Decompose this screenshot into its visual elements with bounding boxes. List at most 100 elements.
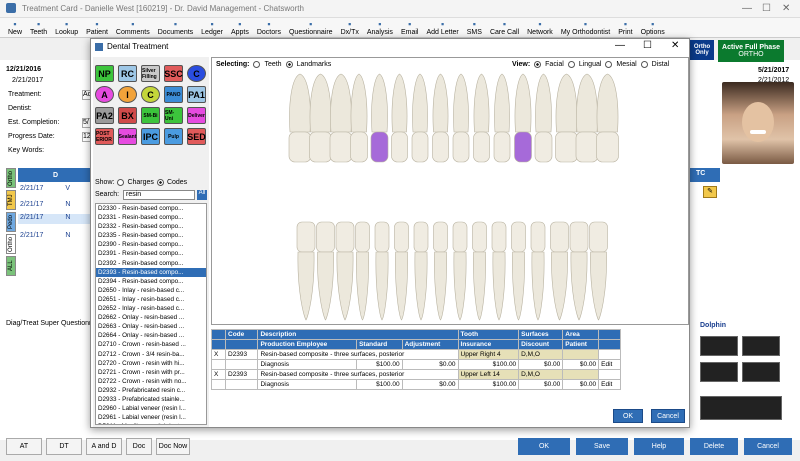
lower-tooth[interactable] xyxy=(491,221,507,321)
upper-tooth[interactable] xyxy=(329,73,353,163)
side-tab[interactable]: Ortho xyxy=(6,234,16,254)
xray-thumbnail[interactable] xyxy=(700,362,738,382)
upper-tooth[interactable] xyxy=(493,73,511,163)
bottom-delete-button[interactable]: Delete xyxy=(690,438,738,455)
active-phase-badge[interactable]: Active Full Phase ORTHO xyxy=(718,40,784,62)
lower-tooth[interactable] xyxy=(550,221,569,321)
code-button-silver-filling[interactable]: Silver Filling xyxy=(141,65,160,82)
bottom-cancel-button[interactable]: Cancel xyxy=(744,438,792,455)
list-item[interactable]: D2720 - Crown - resin with hi... xyxy=(96,359,206,368)
code-button-sed[interactable]: SED xyxy=(187,128,206,145)
upper-tooth[interactable] xyxy=(596,73,619,163)
list-item[interactable]: D2332 - Resin-based compo... xyxy=(96,222,206,231)
xray-thumbnail[interactable] xyxy=(742,336,780,356)
toolbar-my-orthodontist[interactable]: ▪ My Orthodontist xyxy=(561,19,610,37)
toolbar-network[interactable]: ▪ Network xyxy=(527,19,553,37)
bottom-dt-button[interactable]: DT xyxy=(46,438,82,455)
upper-tooth[interactable] xyxy=(575,73,599,163)
list-item[interactable]: D2933 - Prefabricated stainle... xyxy=(96,395,206,404)
code-button-np[interactable]: NP xyxy=(95,65,114,82)
close-icon[interactable]: ✕ xyxy=(782,3,790,14)
table-row[interactable]: 2/21/17 N xyxy=(18,232,93,242)
upper-tooth[interactable] xyxy=(514,73,532,163)
mesial-radio[interactable] xyxy=(605,61,613,68)
code-button-pa2[interactable]: PA2 xyxy=(95,107,114,124)
remove-icon[interactable]: X xyxy=(211,369,226,380)
table-row[interactable]: 2/21/17 N xyxy=(18,214,93,224)
toolbar-options[interactable]: ▪ Options xyxy=(641,19,665,37)
search-input[interactable]: resin xyxy=(123,190,195,200)
list-item[interactable]: D2391 - Resin-based compo... xyxy=(96,249,206,258)
code-button-bx[interactable]: BX xyxy=(118,107,137,124)
upper-tooth[interactable] xyxy=(391,73,408,163)
tooth-chart[interactable]: Selecting: Teeth Landmarks View: Facial … xyxy=(211,57,689,325)
toolbar-new[interactable]: ▪ New xyxy=(8,19,22,37)
edit-button[interactable]: Edit xyxy=(598,379,621,390)
list-item[interactable]: D2722 - Crown - resin with no... xyxy=(96,377,206,386)
lower-tooth[interactable] xyxy=(569,221,589,321)
teeth-radio[interactable] xyxy=(253,61,261,68)
lower-tooth[interactable] xyxy=(530,221,546,321)
list-item[interactable]: D2651 - Inlay - resin-based c... xyxy=(96,295,206,304)
toolbar-comments[interactable]: ▪ Comments xyxy=(116,19,150,37)
lower-tooth[interactable] xyxy=(472,221,487,321)
code-button-pa1[interactable]: PA1 xyxy=(187,86,206,103)
lower-tooth[interactable] xyxy=(296,221,316,321)
code-button-c[interactable]: C xyxy=(187,65,206,82)
code-button-pano[interactable]: PANO xyxy=(164,86,183,103)
lower-tooth[interactable] xyxy=(433,221,448,321)
toolbar-questionnaire[interactable]: ▪ Questionnaire xyxy=(289,19,333,37)
toolbar-dx-tx[interactable]: ▪ Dx/Tx xyxy=(341,19,359,37)
upper-tooth[interactable] xyxy=(432,73,449,163)
dialog-minimize-icon[interactable]: — xyxy=(615,40,625,51)
code-button-sealant[interactable]: Sealant xyxy=(118,128,137,145)
list-item[interactable]: D2331 - Resin-based compo... xyxy=(96,213,206,222)
code-button-deliver[interactable]: Deliver xyxy=(187,107,206,124)
charges-radio[interactable] xyxy=(117,179,125,186)
bottom-help-button[interactable]: Help xyxy=(634,438,684,455)
table-row-detail[interactable]: Diagnosis $100.00 $0.00 $100.00 $0.00 $0.00 Ed… xyxy=(211,359,621,370)
lower-tooth[interactable] xyxy=(335,221,355,321)
toolbar-sms[interactable]: ▪ SMS xyxy=(467,19,482,37)
table-row[interactable]: X D2393 Resin-based composite - three surf… xyxy=(211,349,621,360)
lower-tooth[interactable] xyxy=(589,221,608,321)
list-item[interactable]: D2393 - Resin-based compo... xyxy=(96,267,206,277)
toolbar-print[interactable]: ▪ Print xyxy=(618,19,632,37)
upper-tooth[interactable] xyxy=(309,73,332,163)
toolbar-care-call[interactable]: ▪ Care Call xyxy=(490,19,519,37)
side-tab[interactable]: ALL xyxy=(6,256,16,276)
bottom-save-button[interactable]: Save xyxy=(576,438,628,455)
side-tab[interactable]: TMJ xyxy=(6,190,16,210)
list-item[interactable]: D2390 - Resin-based compo... xyxy=(96,240,206,249)
code-list[interactable]: D2330 - Resin-based compo... D2331 - Resi… xyxy=(95,203,207,425)
table-row-detail[interactable]: Diagnosis $100.00 $0.00 $100.00 $0.00 $0.00 Ed… xyxy=(211,379,621,390)
side-tab[interactable]: Ortho xyxy=(6,168,16,188)
bottom-ok-button[interactable]: OK xyxy=(518,438,570,455)
codes-radio[interactable] xyxy=(156,179,164,186)
diag-treat-tabs[interactable]: Diag/Treat Super Questionna xyxy=(6,320,97,327)
xray-thumbnail[interactable] xyxy=(700,336,738,356)
xray-thumbnail[interactable] xyxy=(742,362,780,382)
table-row[interactable]: 2/21/17 N xyxy=(18,201,93,211)
bottom-at-button[interactable]: AT xyxy=(6,438,42,455)
distal-radio[interactable] xyxy=(640,61,648,68)
upper-tooth[interactable] xyxy=(534,73,553,163)
code-button-sm-uni[interactable]: SM-Uni xyxy=(164,107,183,124)
list-item[interactable]: D2932 - Prefabricated resin c... xyxy=(96,386,206,395)
list-item[interactable]: D2652 - Inlay - resin-based c... xyxy=(96,304,206,313)
teeth-illustration[interactable] xyxy=(212,72,688,324)
toolbar-add-letter[interactable]: ▪ Add Letter xyxy=(426,19,458,37)
list-item[interactable]: D2960 - Labial veneer (resin l... xyxy=(96,404,206,413)
toolbar-email[interactable]: ▪ Email xyxy=(401,19,419,37)
code-button-rc[interactable]: RC xyxy=(118,65,137,82)
code-button-ipc[interactable]: IPC xyxy=(141,128,160,145)
remove-icon[interactable]: X xyxy=(211,349,226,360)
edit-button[interactable]: Edit xyxy=(598,359,621,370)
lower-tooth[interactable] xyxy=(452,221,468,321)
upper-tooth[interactable] xyxy=(473,73,490,163)
bottom-a-and-d-button[interactable]: A and D xyxy=(86,438,122,455)
table-row[interactable]: 2/21/17 V xyxy=(18,185,93,195)
lower-tooth[interactable] xyxy=(355,221,370,321)
list-item[interactable]: D2650 - Inlay - resin-based c... xyxy=(96,286,206,295)
list-item[interactable]: D2710 - Crown - resin-based ... xyxy=(96,340,206,349)
